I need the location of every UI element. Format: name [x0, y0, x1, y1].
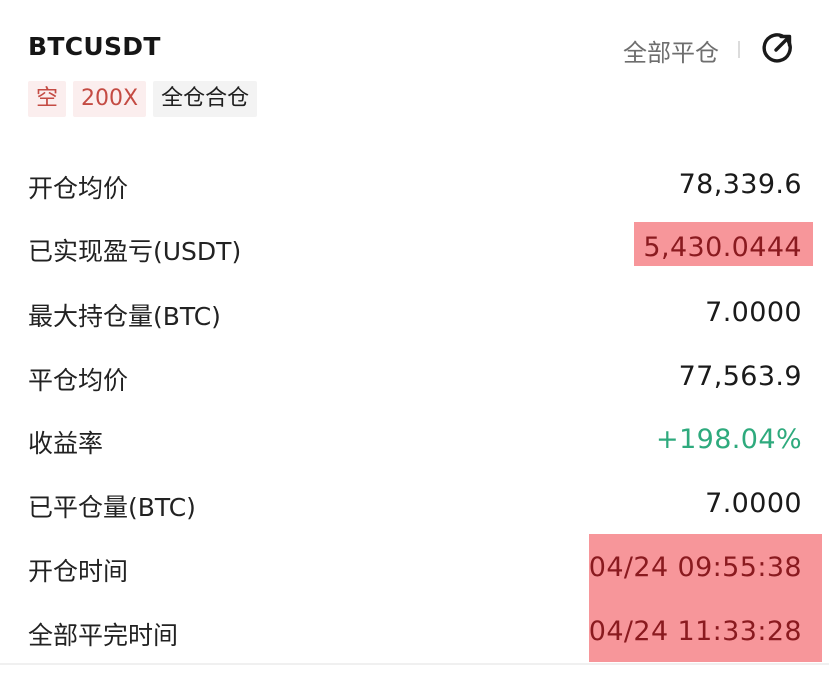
row-value: 04/24 11:33:28 [588, 616, 802, 647]
row-value: 7.0000 [705, 297, 802, 328]
row-open-avg-price: 开仓均价 78,339.6 [28, 155, 802, 215]
row-close-avg-price: 平仓均价 77,563.9 [28, 347, 802, 407]
close-all-button[interactable]: 全部平仓 [623, 33, 719, 68]
row-roi: 收益率 +198.04% [28, 410, 802, 470]
row-realized-pnl: 已实现盈亏(USDT) 5,430.0444 [28, 218, 802, 278]
row-label: 已实现盈亏(USDT) [28, 237, 242, 266]
leverage-tag: 200X [73, 81, 147, 117]
row-value: 7.0000 [705, 488, 802, 519]
row-label: 开仓时间 [28, 557, 129, 586]
row-value: +198.04% [656, 424, 802, 455]
share-icon [762, 33, 792, 63]
row-open-time: 开仓时间 04/24 09:55:38 [28, 538, 802, 598]
row-label: 已平仓量(BTC) [28, 493, 196, 522]
bottom-divider [0, 663, 829, 665]
row-label: 最大持仓量(BTC) [28, 302, 221, 331]
row-label: 平仓均价 [28, 366, 129, 395]
row-label: 收益率 [28, 429, 104, 458]
header-divider [738, 41, 740, 58]
row-full-close-time: 全部平完时间 04/24 11:33:28 [28, 602, 802, 662]
row-value: 5,430.0444 [643, 232, 802, 263]
row-label: 开仓均价 [28, 174, 129, 203]
row-value: 78,339.6 [678, 169, 802, 200]
symbol-title: BTCUSDT [28, 32, 161, 61]
row-max-position: 最大持仓量(BTC) 7.0000 [28, 283, 802, 343]
row-value: 04/24 09:55:38 [588, 552, 802, 583]
row-value: 77,563.9 [678, 361, 802, 392]
margin-mode-tag: 全仓合仓 [153, 81, 258, 117]
row-label: 全部平完时间 [28, 621, 179, 650]
position-history-card: BTCUSDT 全部平仓 空 200X 全仓合仓 开仓均价 78,339.6 已… [0, 0, 829, 681]
row-closed-amount: 已平仓量(BTC) 7.0000 [28, 474, 802, 534]
side-tag: 空 [28, 81, 67, 117]
position-tags: 空 200X 全仓合仓 [28, 81, 258, 117]
share-button[interactable] [758, 28, 798, 68]
